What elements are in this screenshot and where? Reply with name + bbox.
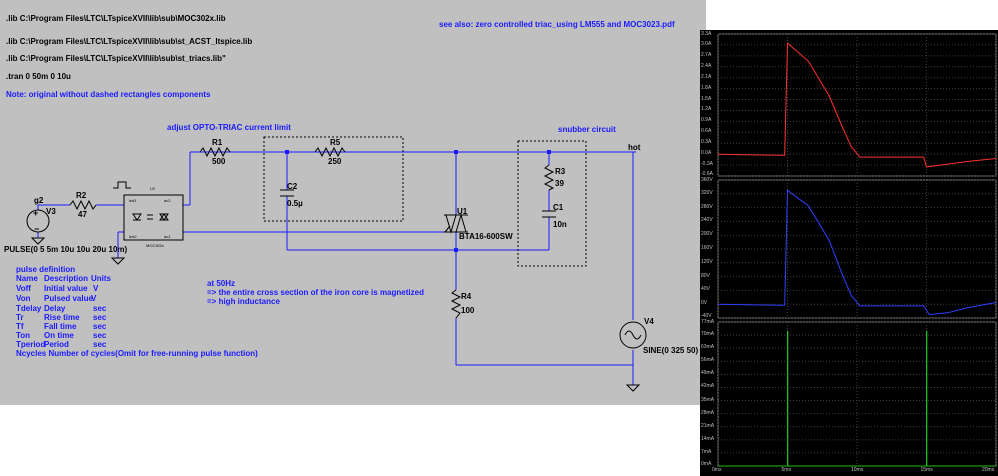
junction-dot	[454, 248, 458, 252]
y-tick-label: 2.4A	[701, 62, 712, 69]
v3-plus-sign: +	[33, 208, 38, 218]
opto-body	[123, 194, 184, 241]
y-tick-label: 42mA	[701, 383, 715, 390]
y-tick-label: 0.0A	[701, 150, 712, 157]
r2-symbol	[69, 199, 97, 211]
y-tick-label: 40V	[701, 286, 710, 293]
r4-symbol	[450, 289, 462, 319]
x-tick-label: 20ms	[982, 467, 995, 473]
junction-dot	[285, 150, 289, 154]
y-tick-label: -0.3A	[701, 161, 713, 168]
y-tick-label: 56mA	[701, 357, 715, 364]
junction-dot	[454, 150, 458, 154]
y-tick-label: 1.2A	[701, 106, 712, 113]
y-tick-label: 49mA	[701, 370, 715, 377]
v4-sine-glyph	[624, 330, 642, 340]
ground-symbol	[110, 257, 126, 265]
y-tick-label: 2.1A	[701, 73, 712, 80]
y-tick-label: 77mA	[701, 319, 715, 325]
ground-symbol	[30, 237, 46, 245]
y-tick-label: 35mA	[701, 396, 715, 403]
x-tick-label: 5ms	[781, 467, 791, 473]
y-tick-label: 3.0A	[701, 40, 712, 47]
y-tick-label: 0.9A	[701, 117, 712, 124]
y-tick-label: 120V	[701, 258, 713, 265]
triac-gate	[444, 225, 451, 233]
y-tick-label: 28mA	[701, 409, 715, 416]
junction-dot	[547, 150, 551, 154]
y-tick-label: 320V	[701, 189, 713, 196]
y-tick-label: 280V	[701, 203, 713, 210]
ground-symbol	[625, 384, 641, 392]
y-tick-label: 200V	[701, 231, 713, 238]
y-tick-label: 63mA	[701, 344, 715, 351]
y-tick-label: 3.3A	[701, 31, 712, 37]
opto-led-symbol	[132, 213, 142, 221]
y-tick-label: 0.3A	[701, 139, 712, 146]
y-tick-label: 360V	[701, 177, 713, 183]
x-tick-label: 10ms	[851, 467, 864, 473]
v3-minus-sign: −	[34, 224, 39, 234]
r3-symbol	[543, 164, 555, 191]
y-tick-label: 0mA	[701, 461, 712, 467]
y-tick-label: 0.6A	[701, 128, 712, 135]
dashed-snubber-box	[517, 140, 587, 267]
y-tick-label: 70mA	[701, 331, 715, 338]
x-tick-label: 15ms	[920, 467, 933, 473]
triac-triangle-b	[455, 213, 467, 233]
y-tick-label: 160V	[701, 245, 713, 251]
pulse-waveform-glyph	[113, 181, 131, 189]
y-tick-label: 14mA	[701, 435, 715, 442]
y-tick-label: 0V	[701, 300, 708, 307]
y-tick-label: 1.8A	[701, 84, 712, 91]
y-tick-label: 1.5A	[701, 95, 712, 102]
y-tick-label: 21mA	[701, 422, 715, 429]
x-tick-label: 0ms	[712, 467, 722, 473]
waveform-plots	[717, 33, 997, 467]
schematic-wiring: + −	[26, 136, 647, 392]
y-tick-label: 80V	[701, 272, 710, 279]
y-tick-label: 240V	[701, 217, 713, 224]
y-tick-label: 7mA	[701, 448, 712, 455]
y-tick-label: 2.7A	[701, 51, 712, 58]
waveform-viewer[interactable]: 3.3A 3.0A 2.7A 2.4A 2.1A 1.8A 1.5A 1.2A 0.9A 0.6A…	[700, 30, 998, 476]
